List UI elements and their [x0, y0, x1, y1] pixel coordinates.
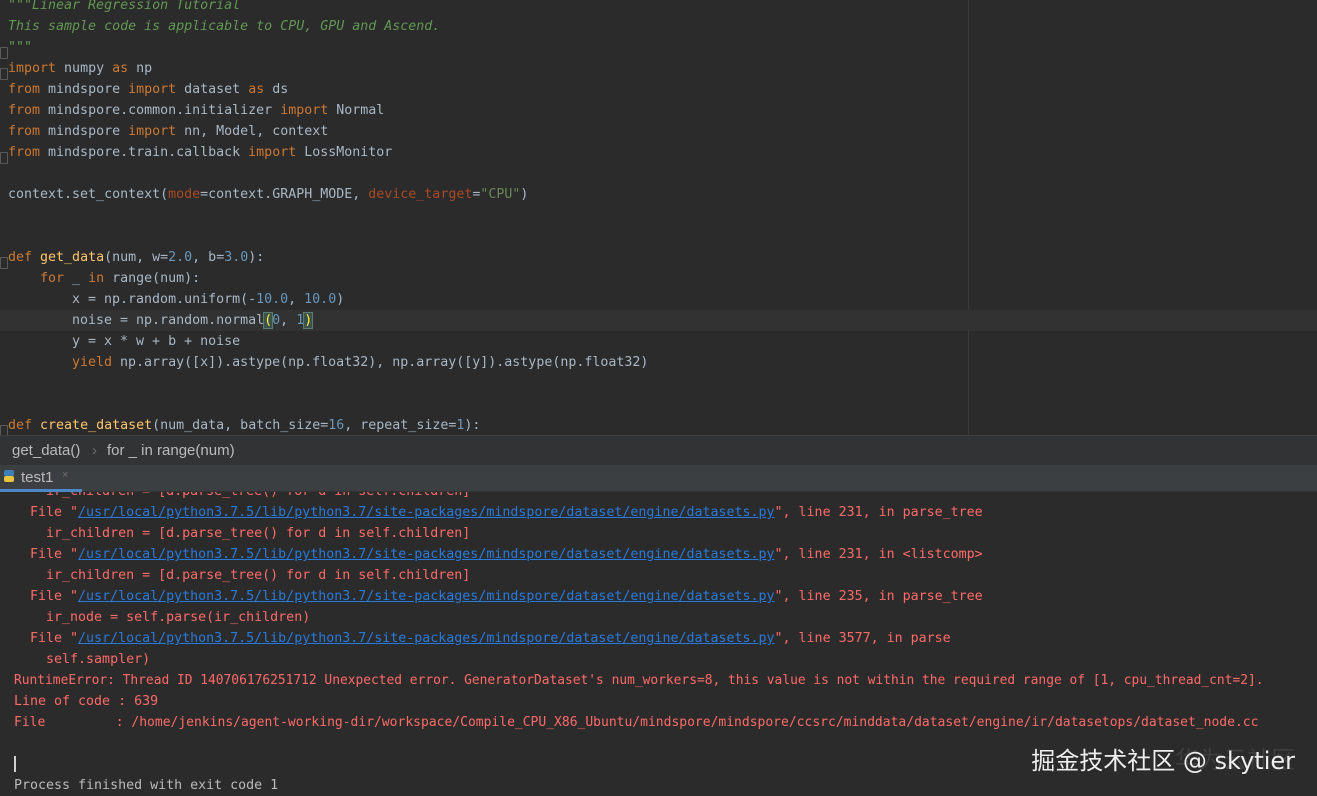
file-link[interactable]: /usr/local/python3.7.5/lib/python3.7/sit…: [78, 631, 774, 646]
console-line: ir_node = self.parse(ir_children): [14, 610, 311, 625]
code-line[interactable]: from mindspore import dataset as ds: [8, 79, 288, 100]
fold-marker-icon[interactable]: [0, 257, 8, 269]
file-link[interactable]: /usr/local/python3.7.5/lib/python3.7/sit…: [78, 589, 774, 604]
code-line[interactable]: from mindspore import nn, Model, context: [8, 121, 328, 142]
python-icon: [4, 470, 14, 482]
code-line[interactable]: def create_dataset(num_data, batch_size=…: [8, 415, 480, 435]
console-line: File "/usr/local/python3.7.5/lib/python3…: [14, 589, 983, 604]
fold-marker-icon[interactable]: [0, 425, 8, 435]
file-link[interactable]: /usr/local/python3.7.5/lib/python3.7/sit…: [78, 505, 774, 520]
console-line: ir_children = [d.parse_tree() for d in s…: [14, 568, 471, 583]
tab-label: test1: [21, 469, 54, 486]
code-editor[interactable]: """Linear Regression Tutorial This sampl…: [0, 0, 1317, 435]
code-line[interactable]: for _ in range(num):: [40, 268, 200, 289]
breadcrumb-item-function[interactable]: get_data(): [12, 442, 80, 459]
process-exit-line: Process finished with exit code 1: [14, 778, 279, 793]
code-line[interactable]: y = x * w + b + noise: [72, 331, 240, 352]
fold-marker-icon[interactable]: [0, 47, 8, 59]
code-line[interactable]: """: [8, 37, 32, 58]
code-line[interactable]: context.set_context(mode=context.GRAPH_M…: [8, 184, 528, 205]
right-margin-guide: [968, 0, 969, 435]
code-line[interactable]: from mindspore.train.callback import Los…: [8, 142, 392, 163]
code-line-current[interactable]: noise = np.random.normal(0, 1): [72, 310, 314, 331]
code-line[interactable]: import numpy as np: [8, 58, 152, 79]
console-line: Line of code : 639: [14, 694, 159, 709]
runtime-error-line: RuntimeError: Thread ID 140706176251712 …: [14, 673, 1264, 688]
code-line[interactable]: """Linear Regression Tutorial: [8, 0, 240, 16]
console-line: File "/usr/local/python3.7.5/lib/python3…: [14, 505, 983, 520]
code-line[interactable]: This sample code is applicable to CPU, G…: [8, 16, 440, 37]
code-line[interactable]: x = np.random.uniform(-10.0, 10.0): [72, 289, 344, 310]
watermark: 掘金技术社区 @ skytier: [1031, 747, 1295, 775]
console-line: File "/usr/local/python3.7.5/lib/python3…: [14, 631, 951, 646]
run-tab-bar: test1 ×: [0, 465, 1317, 492]
tab-test1[interactable]: test1 ×: [0, 465, 82, 492]
fold-marker-icon[interactable]: [0, 152, 8, 164]
breadcrumb: get_data() › for _ in range(num): [0, 435, 1317, 466]
fold-marker-icon[interactable]: [0, 68, 8, 80]
console-line: ir_children = [d.parse_tree() for d in s…: [14, 492, 470, 502]
file-link[interactable]: /usr/local/python3.7.5/lib/python3.7/sit…: [78, 547, 774, 562]
close-icon[interactable]: ×: [62, 469, 68, 481]
console-line: File : /home/jenkins/agent-working-dir/w…: [14, 715, 1259, 730]
matched-bracket: (: [263, 312, 274, 329]
code-line[interactable]: def get_data(num, w=2.0, b=3.0):: [8, 247, 264, 268]
code-line[interactable]: from mindspore.common.initializer import…: [8, 100, 384, 121]
console-line: ir_children = [d.parse_tree() for d in s…: [14, 526, 471, 541]
text-caret: [14, 756, 16, 772]
console-line: File "/usr/local/python3.7.5/lib/python3…: [14, 547, 983, 562]
code-line[interactable]: yield np.array([x]).astype(np.float32), …: [72, 352, 648, 373]
breadcrumb-separator-icon: ›: [92, 442, 97, 459]
breadcrumb-item-loop[interactable]: for _ in range(num): [107, 442, 235, 459]
matched-bracket: ): [303, 312, 314, 329]
console-line: self.sampler): [14, 652, 151, 667]
